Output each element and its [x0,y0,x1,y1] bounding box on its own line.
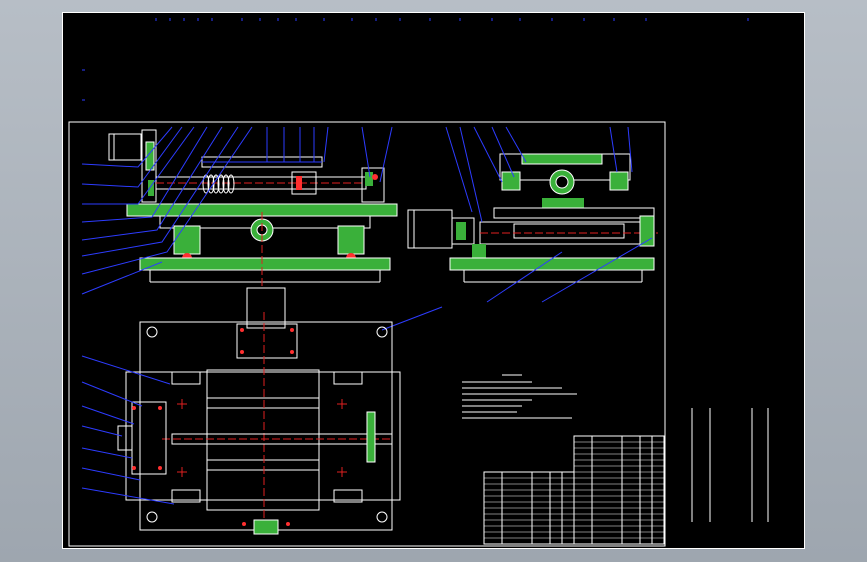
drawing-sheet[interactable] [62,12,805,549]
side-section-view [407,153,658,283]
top-slide-table [206,369,320,511]
left-scale-ticks [82,69,85,101]
top-view-base [139,321,393,531]
front-section-view [108,129,398,287]
base-plate [139,257,391,271]
top-scale-ticks [155,18,749,21]
title-block-column [691,408,769,522]
spring [202,174,235,194]
cad-viewport[interactable] [0,0,867,562]
leader-lines-side [381,126,653,331]
leader-lines-top [81,355,175,505]
top-shaft [171,433,393,445]
assembly-drawing [62,12,805,549]
technical-requirements [462,374,577,419]
side-base-plate [449,257,655,271]
side-motor [407,209,453,249]
top-view [117,287,401,535]
outer-border [62,12,805,549]
side-top-slot [521,153,603,165]
